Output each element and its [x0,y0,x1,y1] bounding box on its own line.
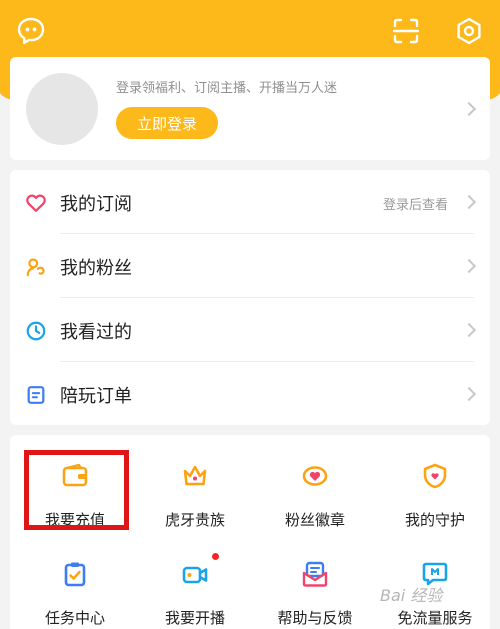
video-camera-icon [180,559,210,589]
grid-item-label: 我要开播 [164,609,225,627]
grid-item-nobility[interactable]: 虎牙贵族 [140,445,250,529]
login-tip: 登录领福利、订阅主播、开播当万人迷 [116,81,338,96]
menu-item-hint: 登录后查看 [382,198,448,213]
menu-item-subscriptions[interactable]: 我的订阅 登录后查看 [10,170,490,234]
crown-icon [180,461,210,491]
grid-item-label: 任务中心 [44,609,105,627]
grid-item-label: 我的守护 [404,511,465,529]
menu-item-orders[interactable]: 陪玩订单 [10,362,490,426]
grid-item-guard[interactable]: 我的守护 [380,445,490,529]
grid-item-go-live[interactable]: 我要开播 [140,543,250,627]
task-clipboard-icon [60,559,90,589]
chevron-right-icon [461,101,477,117]
menu-item-fans[interactable]: 我的粉丝 [10,234,490,298]
grid-item-label: 免流量服务 [397,609,473,627]
avatar[interactable] [26,73,98,145]
menu-list: 我的订阅 登录后查看 我的粉丝 我看过的 陪玩订单 [10,170,490,425]
notification-dot [212,553,219,560]
chevron-right-icon [461,258,477,274]
scan-button[interactable] [389,14,423,48]
menu-item-history[interactable]: 我看过的 [10,298,490,362]
grid-item-label: 粉丝徽章 [284,511,345,529]
grid-item-fan-badge[interactable]: 粉丝徽章 [260,445,370,529]
message-button[interactable] [14,14,48,48]
grid-item-help-feedback[interactable]: 帮助与反馈 [260,543,370,627]
chevron-right-icon [461,322,477,338]
chat-bubble-icon [17,17,45,45]
help-feedback-icon [300,559,330,589]
clock-icon [24,319,48,343]
hexagon-settings-icon [457,17,481,45]
menu-item-label: 我的订阅 [60,194,132,215]
grid-item-label: 帮助与反馈 [277,609,353,627]
grid-item-label: 虎牙贵族 [164,511,225,529]
order-icon [24,383,48,407]
chevron-right-icon [461,194,477,210]
menu-item-label: 我看过的 [60,322,132,343]
menu-item-label: 陪玩订单 [60,386,132,407]
scan-icon [392,18,420,44]
fans-icon [24,255,48,279]
watermark: Bai 经验 [380,586,443,605]
login-button[interactable]: 立即登录 [116,107,218,139]
highlight-annotation-box [24,450,129,530]
heart-icon [24,191,48,215]
shield-icon [420,461,450,491]
chevron-right-icon [461,386,477,402]
login-card[interactable]: 登录领福利、订阅主播、开播当万人迷 立即登录 [10,57,490,160]
fan-badge-icon [300,461,330,491]
menu-item-label: 我的粉丝 [60,258,132,279]
settings-button[interactable] [452,14,486,48]
grid-item-task-center[interactable]: 任务中心 [20,543,130,627]
